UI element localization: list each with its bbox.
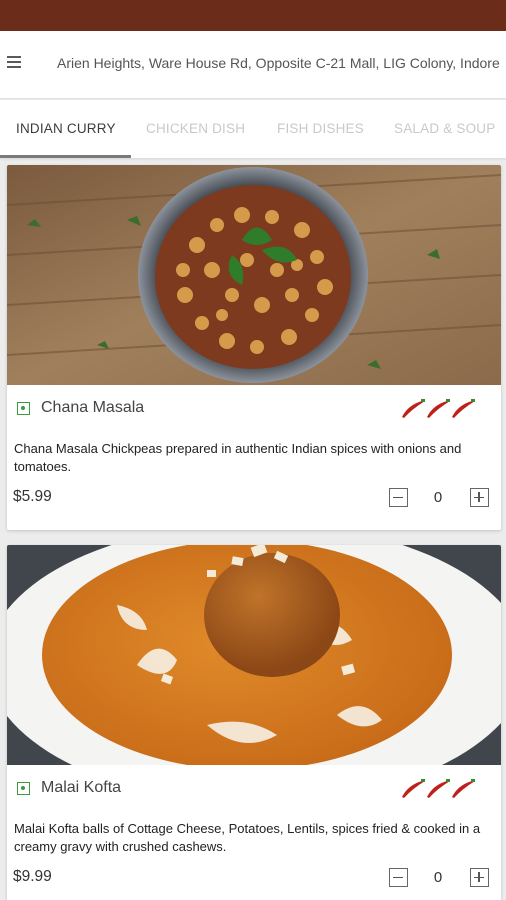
hamburger-menu-icon[interactable] — [4, 51, 24, 73]
decrease-quantity-button[interactable] — [389, 488, 408, 507]
decrease-quantity-button[interactable] — [389, 868, 408, 887]
dish-name: Chana Masala — [41, 399, 145, 416]
status-bar — [0, 0, 506, 31]
delivery-address[interactable]: Arien Heights, Ware House Rd, Opposite C… — [57, 55, 506, 71]
quantity-value: 0 — [433, 489, 443, 506]
category-tabs: INDIAN CURRY CHICKEN DISH FISH DISHES SA… — [0, 100, 506, 158]
dish-image-malai-kofta — [7, 545, 501, 765]
quantity-value: 0 — [433, 869, 443, 886]
dish-description: Chana Masala Chickpeas prepared in authe… — [14, 441, 462, 474]
dish-image-chana-masala — [7, 165, 501, 385]
veg-indicator-icon — [17, 782, 30, 795]
tab-chicken-dish[interactable]: CHICKEN DISH — [146, 121, 245, 136]
veg-indicator-icon — [17, 402, 30, 415]
dish-card[interactable]: Malai Kofta Malai Kofta balls of Cottage… — [7, 545, 501, 900]
dish-card[interactable]: Chana Masala Chana Masala Chickpeas prep… — [7, 165, 501, 530]
dish-name: Malai Kofta — [41, 779, 122, 796]
chili-spice-level-icon — [402, 399, 475, 418]
chili-spice-level-icon — [402, 779, 475, 798]
dish-price: $5.99 — [13, 488, 52, 505]
active-tab-indicator — [0, 155, 131, 158]
increase-quantity-button[interactable] — [470, 868, 489, 887]
increase-quantity-button[interactable] — [470, 488, 489, 507]
dish-description: Malai Kofta balls of Cottage Cheese, Pot… — [14, 821, 481, 854]
tab-fish-dishes[interactable]: FISH DISHES — [277, 121, 364, 136]
tab-salad-soup[interactable]: SALAD & SOUP — [394, 121, 495, 136]
app-bar: Arien Heights, Ware House Rd, Opposite C… — [0, 31, 506, 99]
tab-indian-curry[interactable]: INDIAN CURRY — [16, 121, 116, 136]
dish-price: $9.99 — [13, 868, 52, 885]
